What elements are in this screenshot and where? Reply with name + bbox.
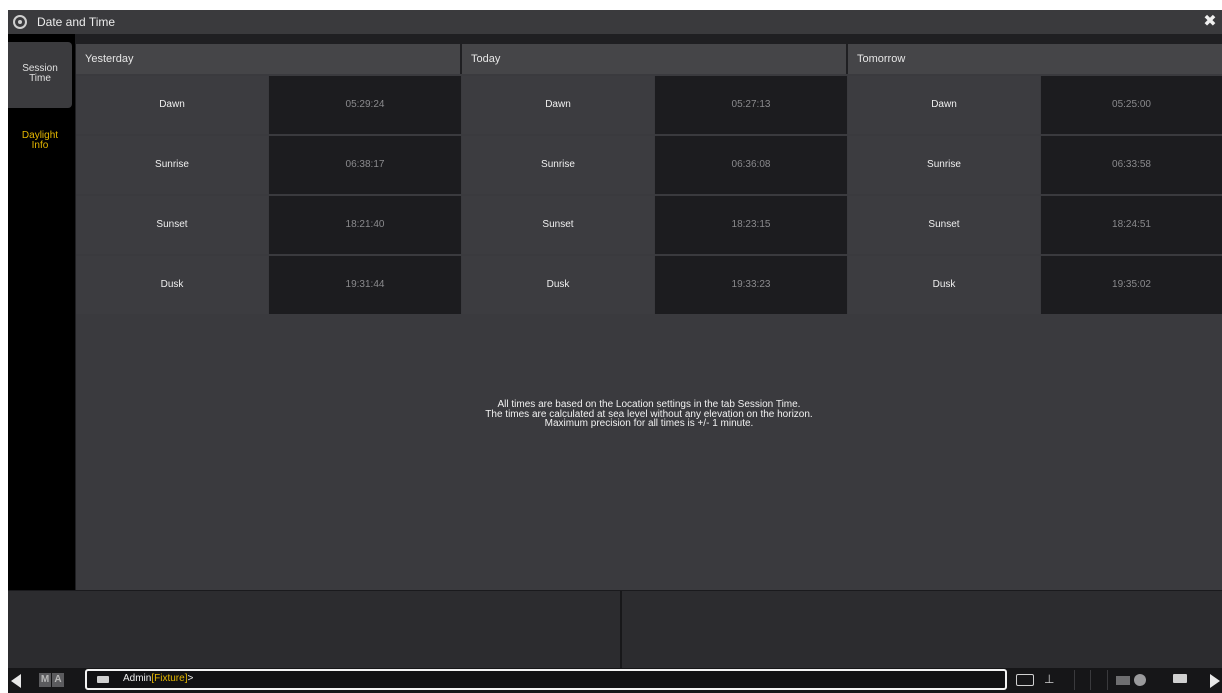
cell-value-sunset: 18:21:40 bbox=[269, 196, 461, 254]
cell-label-sunrise: Sunrise bbox=[848, 136, 1040, 194]
ma-logo: M A bbox=[39, 673, 65, 687]
command-prompt: Admin[Fixture]> bbox=[123, 673, 193, 684]
cell-value-dawn: 05:25:00 bbox=[1041, 76, 1222, 134]
cell-value-sunrise: 06:36:08 bbox=[655, 136, 847, 194]
close-icon[interactable]: ✖ bbox=[1200, 12, 1220, 32]
cell-label-sunset: Sunset bbox=[848, 196, 1040, 254]
cell-value-dusk: 19:35:02 bbox=[1041, 256, 1222, 314]
keyboard-icon[interactable] bbox=[1173, 674, 1187, 683]
tab-session-time[interactable]: Session Time bbox=[8, 42, 72, 108]
column-header-yesterday: Yesterday bbox=[76, 44, 462, 74]
column-header-today: Today bbox=[462, 44, 848, 74]
panel-divider bbox=[620, 591, 622, 669]
cell-value-sunrise: 06:38:17 bbox=[269, 136, 461, 194]
tray-separator bbox=[1090, 670, 1091, 690]
cell-label-dusk: Dusk bbox=[848, 256, 1040, 314]
keyboard-icon[interactable] bbox=[97, 676, 109, 683]
cell-label-sunrise: Sunrise bbox=[76, 136, 268, 194]
view-icon[interactable] bbox=[1016, 674, 1034, 686]
cell-value-dawn: 05:29:24 bbox=[269, 76, 461, 134]
arrow-left-icon[interactable] bbox=[11, 674, 21, 688]
cell-label-dawn: Dawn bbox=[462, 76, 654, 134]
cell-label-sunrise: Sunrise bbox=[462, 136, 654, 194]
tab-label-line2: Info bbox=[31, 140, 49, 151]
cell-label-dawn: Dawn bbox=[848, 76, 1040, 134]
command-bar: M A Admin[Fixture]> ⊥ bbox=[8, 668, 1222, 693]
date-time-window: Date and Time ✖ Session Time Daylight In… bbox=[8, 10, 1222, 693]
sidebar: Session Time Daylight Info bbox=[8, 34, 75, 590]
cell-label-sunset: Sunset bbox=[76, 196, 268, 254]
command-fixture: [Fixture] bbox=[151, 673, 188, 684]
daylight-grid: Yesterday Today Tomorrow Dawn 05:29:24 S… bbox=[76, 44, 1222, 590]
globe-icon[interactable] bbox=[1134, 674, 1146, 686]
cell-value-sunrise: 06:33:58 bbox=[1041, 136, 1222, 194]
window-title: Date and Time bbox=[37, 15, 116, 29]
ma-logo-a: A bbox=[52, 673, 64, 687]
cell-label-sunset: Sunset bbox=[462, 196, 654, 254]
cell-value-dusk: 19:33:23 bbox=[655, 256, 847, 314]
network-icon[interactable]: ⊥ bbox=[1044, 673, 1058, 685]
arrow-right-icon[interactable] bbox=[1210, 674, 1220, 688]
command-user: Admin bbox=[123, 673, 152, 684]
tab-daylight-info[interactable]: Daylight Info bbox=[8, 131, 72, 171]
title-bar: Date and Time ✖ bbox=[8, 10, 1222, 34]
monitor-icon[interactable] bbox=[1116, 676, 1130, 685]
info-note: All times are based on the Location sett… bbox=[76, 400, 1222, 429]
column-header-tomorrow: Tomorrow bbox=[848, 44, 1222, 74]
info-note-line: Maximum precision for all times is +/- 1… bbox=[544, 418, 754, 429]
cell-label-dawn: Dawn bbox=[76, 76, 268, 134]
tab-label-line2: Time bbox=[29, 73, 51, 84]
tray-separator bbox=[1107, 670, 1108, 690]
cell-label-dusk: Dusk bbox=[76, 256, 268, 314]
cell-value-sunset: 18:24:51 bbox=[1041, 196, 1222, 254]
tray-separator bbox=[1074, 670, 1075, 690]
command-caret: > bbox=[187, 673, 194, 684]
cell-value-sunset: 18:23:15 bbox=[655, 196, 847, 254]
command-line-input[interactable]: Admin[Fixture]> bbox=[85, 669, 1007, 690]
ma-logo-m: M bbox=[39, 673, 51, 687]
cell-value-dusk: 19:31:44 bbox=[269, 256, 461, 314]
clock-icon bbox=[13, 15, 27, 29]
cell-value-dawn: 05:27:13 bbox=[655, 76, 847, 134]
cell-label-dusk: Dusk bbox=[462, 256, 654, 314]
lower-panel bbox=[8, 590, 1222, 669]
